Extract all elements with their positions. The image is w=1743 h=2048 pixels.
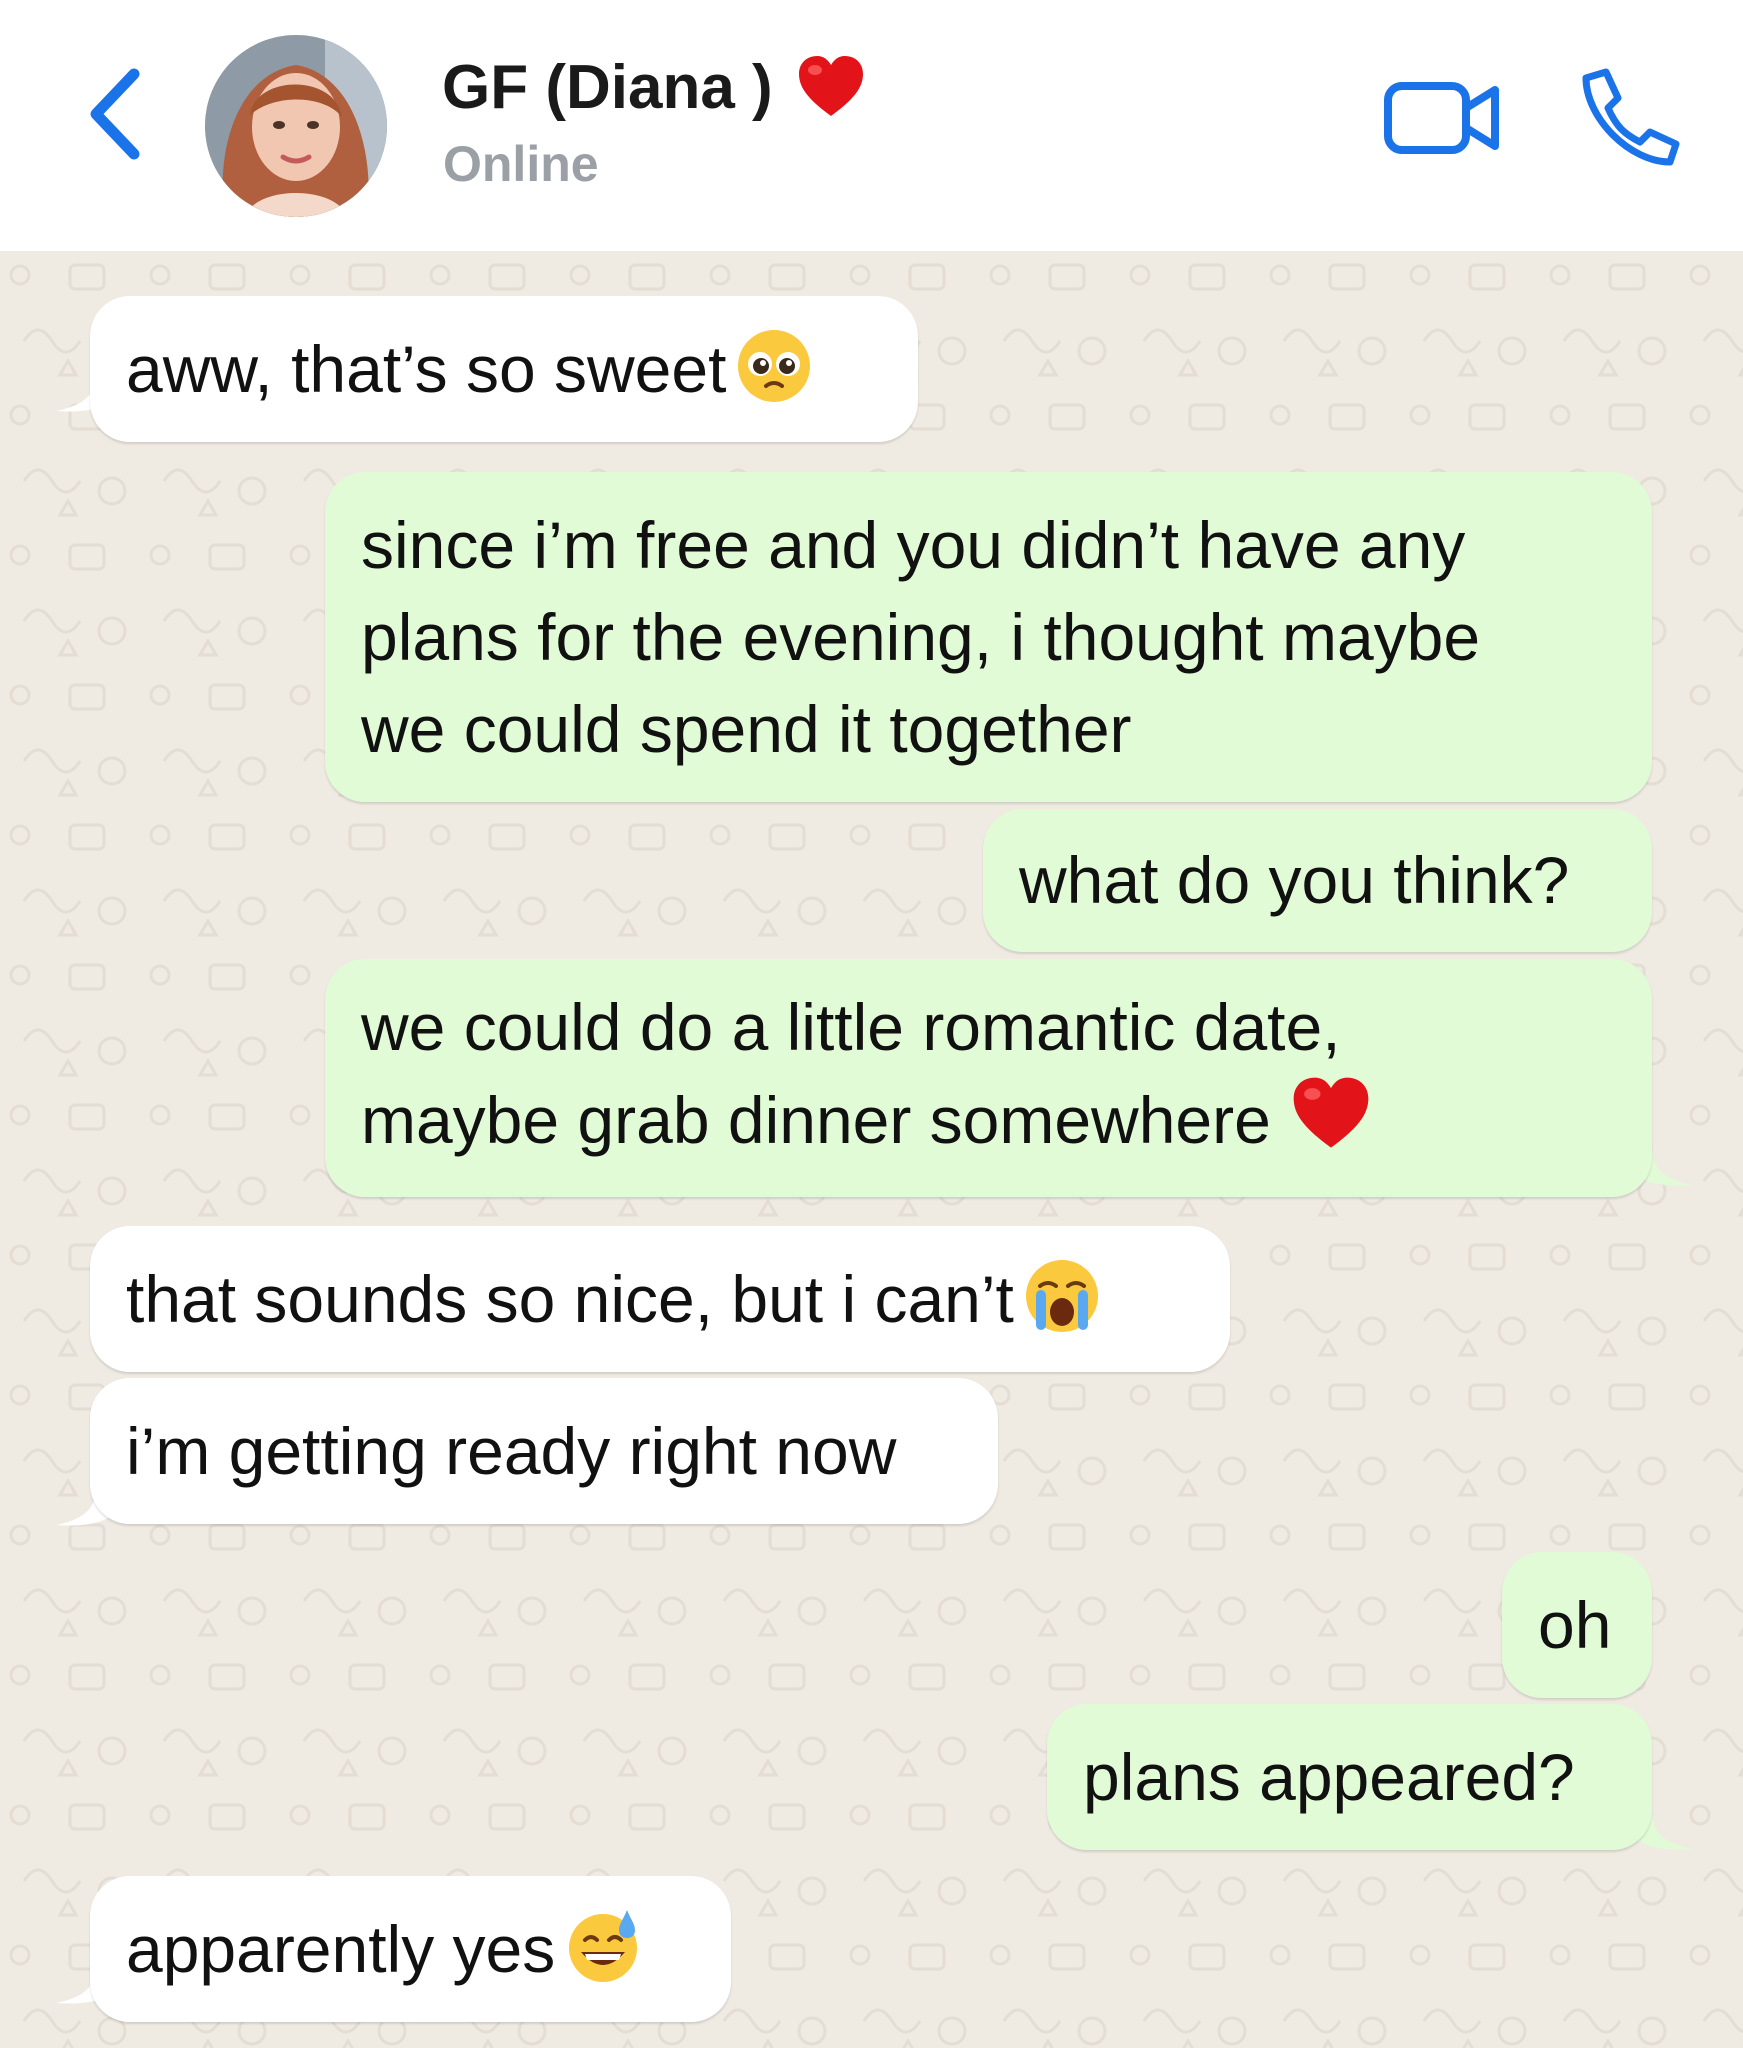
message-text: that sounds so nice, but i can’t <box>126 1262 1014 1336</box>
message-text: what do you think? <box>1019 843 1570 917</box>
message-line: since i’m free and you didn’t have any <box>361 508 1466 582</box>
message-bubble-outgoing[interactable]: since i’m free and you didn’t have any p… <box>325 472 1652 802</box>
loudly-crying-face-icon <box>1025 1260 1098 1332</box>
message-bubble-outgoing[interactable]: what do you think? <box>983 809 1652 952</box>
message-bubble-incoming[interactable]: that sounds so nice, but i can’t <box>90 1226 1230 1372</box>
message-text: i’m getting ready right now <box>126 1414 897 1488</box>
red-heart-icon <box>799 56 863 116</box>
avatar[interactable] <box>205 35 387 217</box>
grinning-face-with-sweat-icon <box>569 1910 638 1982</box>
status-text: Online <box>443 136 599 192</box>
message-text: apparently yes <box>126 1912 556 1986</box>
message-text: aww, that’s so sweet <box>126 332 727 406</box>
message-bubble-incoming[interactable]: apparently yes <box>90 1876 731 2022</box>
video-camera-icon[interactable] <box>1383 74 1501 162</box>
contact-name[interactable]: GF (Diana ) <box>442 52 773 123</box>
message-bubble-outgoing[interactable]: we could do a little romantic date, mayb… <box>325 959 1652 1197</box>
message-text: plans appeared? <box>1083 1740 1575 1814</box>
chat-header: GF (Diana ) Online <box>0 0 1743 251</box>
message-line: plans for the evening, i thought maybe <box>361 600 1481 674</box>
phone-icon[interactable] <box>1578 64 1684 170</box>
chevron-left-icon[interactable] <box>82 64 152 164</box>
message-bubble-outgoing[interactable]: plans appeared? <box>1047 1704 1652 1850</box>
message-text: oh <box>1538 1588 1612 1662</box>
message-bubble-incoming[interactable]: aww, that’s so sweet <box>90 296 918 442</box>
message-line: we could spend it together <box>361 692 1132 766</box>
chat-area[interactable]: aww, that’s so sweet since i’m free and … <box>0 251 1743 2048</box>
red-heart-icon <box>1293 1077 1369 1148</box>
message-line: maybe grab dinner somewhere <box>361 1083 1271 1157</box>
message-line: we could do a little romantic date, <box>361 990 1341 1064</box>
message-bubble-incoming[interactable]: i’m getting ready right now <box>90 1378 998 1524</box>
pleading-face-icon <box>738 330 811 402</box>
message-bubble-outgoing[interactable]: oh <box>1502 1552 1652 1698</box>
